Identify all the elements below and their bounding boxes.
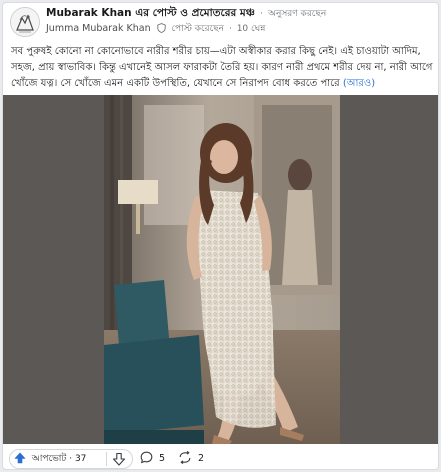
post-card: Mubarak Khan এর পোস্ট ও প্রমোতরের মঞ্চ ·… [2, 2, 439, 470]
vote-divider [106, 452, 107, 466]
upvote-count: 37 [74, 454, 87, 464]
arrow-down-icon [112, 452, 126, 466]
shield-icon [157, 23, 167, 33]
dot-separator: · [228, 24, 232, 34]
group-avatar[interactable] [10, 7, 40, 37]
share-count: 2 [198, 453, 205, 464]
avatar-illustration-icon [11, 8, 39, 36]
post-media[interactable] [3, 95, 438, 444]
vote-control: আপভোট · 37 [9, 449, 133, 469]
see-more-link[interactable]: (আরও) [343, 78, 375, 89]
repost-arrows-icon [179, 451, 191, 464]
post-meta: Jumma Mubarak Khan পোস্ট করেছেন · 10 ঘেন… [46, 23, 265, 35]
arrow-up-icon [14, 452, 26, 464]
comment-bubble-icon [140, 451, 153, 464]
post-time: 10 ঘেন্ন [236, 24, 266, 34]
group-line: Mubarak Khan এর পোস্ট ও প্রমোতরের মঞ্চ ·… [46, 7, 326, 21]
author-name[interactable]: Jumma Mubarak Khan [46, 23, 151, 34]
upvote-button[interactable]: আপভোট · 37 [14, 451, 86, 467]
post-photo[interactable] [104, 95, 340, 444]
group-name[interactable]: Mubarak Khan এর পোস্ট ও প্রমোতরের মঞ্চ [46, 7, 255, 19]
photo-illustration [104, 95, 340, 444]
author-role: পোস্ট করেছেন [171, 24, 225, 34]
post-body: সব পুরুষই কোনো না কোনোভাবে নারীর শরীর চা… [11, 44, 435, 92]
downvote-button[interactable] [111, 451, 129, 467]
upvote-label: আপভোট [31, 454, 67, 464]
post-header: Mubarak Khan এর পোস্ট ও প্রমোতরের মঞ্চ ·… [3, 3, 438, 41]
comment-button[interactable]: 5 [140, 450, 165, 468]
following-status[interactable]: অনুসরণ করছেন [268, 9, 326, 19]
dot-separator: · [260, 9, 263, 19]
post-action-bar: আপভোট · 37 5 2 [3, 448, 438, 469]
comment-count: 5 [159, 453, 166, 464]
share-button[interactable]: 2 [178, 450, 204, 468]
